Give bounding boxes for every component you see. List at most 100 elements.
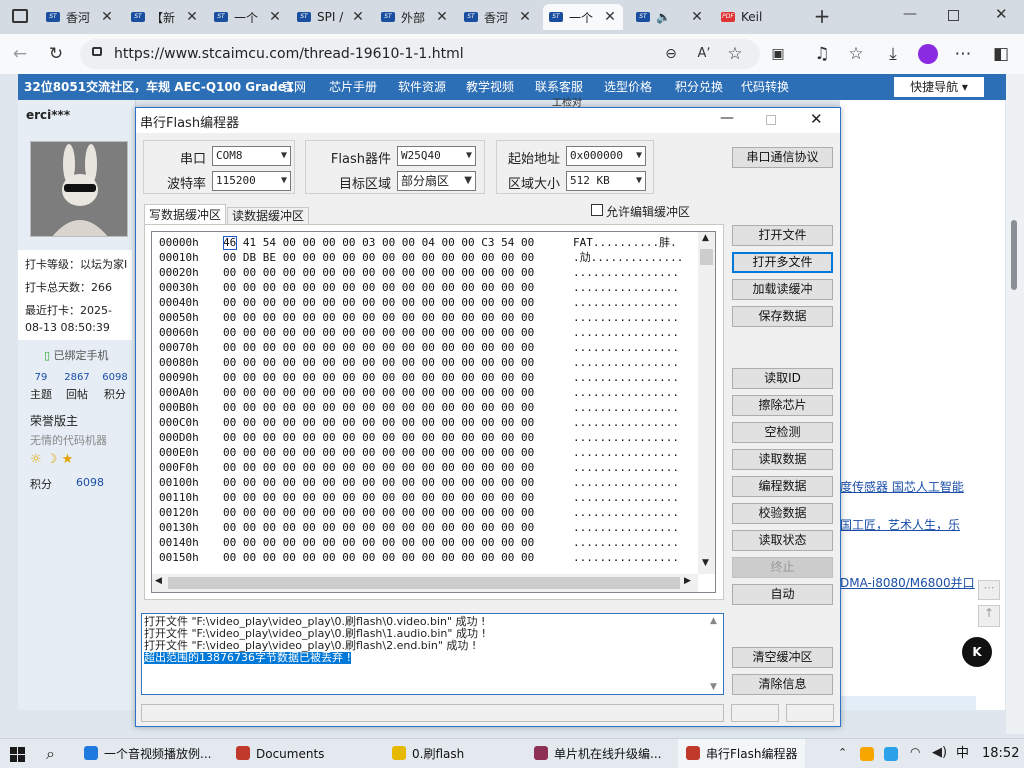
tray-app-icon[interactable] xyxy=(860,747,874,761)
hex-hscrollbar[interactable]: ◀ ▶ xyxy=(152,574,698,592)
browser-tab[interactable]: ST 香河 ✕ xyxy=(40,4,120,30)
site-brand[interactable]: 32位8051交流社区，车规 AEC-Q100 Grade1 xyxy=(24,74,294,100)
chat-float-icon[interactable]: ⋯ xyxy=(978,580,1000,600)
message-log[interactable]: 打开文件 "F:\video_play\video_play\0.刷flash\… xyxy=(141,613,724,695)
stat-value[interactable]: 2867 xyxy=(60,372,94,383)
hex-view[interactable]: 00000h 46 41 54 00 00 00 00 03 00 00 04 0… xyxy=(151,231,716,593)
avatar[interactable] xyxy=(30,141,128,237)
browser-tab[interactable]: ST 香河 ✕ xyxy=(458,4,538,30)
baud-select[interactable]: 115200 ▼ xyxy=(212,171,291,191)
action-button[interactable]: 自动 xyxy=(732,584,833,605)
site-nav-item[interactable]: 教学视频 xyxy=(466,74,514,100)
tab-close-icon[interactable]: ✕ xyxy=(185,9,199,25)
action-button[interactable]: 编程数据 xyxy=(732,476,833,497)
taskbar-app[interactable]: 一个音视频播放例... xyxy=(84,739,211,768)
tab-write-buffer[interactable]: 写数据缓冲区 xyxy=(144,204,226,225)
browser-tab[interactable]: ST SPI / ✕ xyxy=(291,4,371,30)
scroll-down-icon[interactable]: ▼ xyxy=(702,558,709,568)
hex-vscrollbar[interactable]: ▲ ▼ xyxy=(698,232,715,574)
tab-close-icon[interactable]: ✕ xyxy=(100,9,114,25)
restore-browser-icon[interactable] xyxy=(948,10,959,21)
k-float-icon[interactable]: K xyxy=(962,637,992,667)
favorites-icon[interactable]: ☆ xyxy=(845,43,867,65)
taskbar-app[interactable]: 单片机在线升级编... xyxy=(534,739,661,768)
taskbar-app[interactable]: 0.刷flash xyxy=(392,739,464,768)
music-icon[interactable]: ♫ xyxy=(811,43,833,65)
msg-scroll-down-icon[interactable]: ▼ xyxy=(710,682,717,692)
download-icon[interactable]: ⤓ xyxy=(882,43,904,65)
page-link-2[interactable]: 国工匠，艺术人生，乐 xyxy=(840,516,960,533)
browser-tab[interactable]: ST 一个 ✕ xyxy=(208,4,288,30)
page-link-1[interactable]: 度传感器 国芯人工智能 xyxy=(840,478,964,495)
site-nav-item[interactable]: 代码转换 xyxy=(741,74,789,100)
size-select[interactable]: 512 KB ▼ xyxy=(566,171,646,191)
device-select[interactable]: W25Q40 ▼ xyxy=(397,146,476,166)
action-button[interactable]: 终止 xyxy=(732,557,833,578)
page-scroll-thumb[interactable] xyxy=(1011,220,1017,290)
browser-tab[interactable]: ST 一个 ✕ xyxy=(543,4,623,30)
taskbar-app[interactable]: Documents xyxy=(236,739,324,768)
favorite-star-icon[interactable]: ☆ xyxy=(724,43,746,65)
ime-indicator[interactable]: 中 xyxy=(956,739,969,768)
clear-button[interactable]: 清除信息 xyxy=(732,674,833,695)
quick-nav-button[interactable]: 快捷导航 ▾ xyxy=(894,77,984,97)
action-button[interactable]: 读取ID xyxy=(732,368,833,389)
action-button[interactable]: 读取数据 xyxy=(732,449,833,470)
more-icon[interactable]: ⋯ xyxy=(952,43,974,65)
msg-scroll-up-icon[interactable]: ▲ xyxy=(710,616,717,626)
protocol-button[interactable]: 串口通信协议 xyxy=(732,147,833,168)
read-aloud-icon[interactable]: Aʼ xyxy=(693,43,715,65)
points-value[interactable]: 6098 xyxy=(76,476,104,489)
start-select[interactable]: 0x000000 ▼ xyxy=(566,146,646,166)
scroll-left-icon[interactable]: ◀ xyxy=(155,576,162,586)
close-browser-icon[interactable]: ✕ xyxy=(995,5,1008,23)
start-icon[interactable] xyxy=(10,747,25,762)
refresh-icon[interactable]: ↻ xyxy=(45,43,67,65)
hex-scroll-thumb[interactable] xyxy=(700,249,713,265)
taskbar-app[interactable]: 串行Flash编程器 xyxy=(678,739,806,768)
window-minimize-icon[interactable]: — xyxy=(720,110,734,126)
clear-button[interactable]: 清空缓冲区 xyxy=(732,647,833,668)
browser-tab[interactable]: PDF Keil xyxy=(715,4,795,30)
site-nav-item[interactable]: 积分兑换 xyxy=(675,74,723,100)
tab-close-icon[interactable]: ✕ xyxy=(603,9,617,25)
clock[interactable]: 18:52 xyxy=(982,739,1019,768)
back-icon[interactable]: ← xyxy=(9,43,31,65)
top-float-icon[interactable]: ↑ xyxy=(978,605,1000,627)
sidebar-icon[interactable]: ◧ xyxy=(990,43,1012,65)
wifi-icon[interactable]: ◠ xyxy=(910,745,920,759)
volume-icon[interactable]: ◀) xyxy=(932,745,947,760)
browser-tab[interactable]: ST 外部 ✕ xyxy=(375,4,455,30)
copilot-icon[interactable] xyxy=(918,44,938,64)
region-select[interactable]: 部分扇区 ▼ xyxy=(397,171,476,191)
scroll-right-icon[interactable]: ▶ xyxy=(684,576,691,586)
stat-value[interactable]: 6098 xyxy=(98,372,132,383)
port-select[interactable]: COM8 ▼ xyxy=(212,146,291,166)
extension-icon[interactable]: ▣ xyxy=(767,43,789,65)
file-button[interactable]: 打开多文件 xyxy=(732,252,833,273)
stat-value[interactable]: 79 xyxy=(24,372,58,383)
search-icon[interactable]: ⌕ xyxy=(46,744,55,764)
tab-actions-icon[interactable] xyxy=(12,9,28,23)
tray-chevron-icon[interactable]: ⌃ xyxy=(838,746,847,759)
hex-hscroll-thumb[interactable] xyxy=(168,577,680,589)
action-button[interactable]: 读取状态 xyxy=(732,530,833,551)
action-button[interactable]: 空检测 xyxy=(732,422,833,443)
tab-close-icon[interactable]: ✕ xyxy=(351,9,365,25)
action-button[interactable]: 校验数据 xyxy=(732,503,833,524)
action-button[interactable]: 擦除芯片 xyxy=(732,395,833,416)
tab-close-icon[interactable]: ✕ xyxy=(518,9,532,25)
site-nav-item[interactable]: 芯片手册 xyxy=(329,74,377,100)
browser-tab[interactable]: ST 【新 ✕ xyxy=(125,4,205,30)
url-field[interactable]: https://www.stcaimcu.com/thread-19610-1-… xyxy=(80,39,760,69)
tab-close-icon[interactable]: ✕ xyxy=(435,9,449,25)
window-close-icon[interactable]: ✕ xyxy=(810,110,823,128)
minimize-browser-icon[interactable]: — xyxy=(903,6,917,22)
file-button[interactable]: 保存数据 xyxy=(732,306,833,327)
new-tab-button[interactable]: + xyxy=(812,3,832,29)
username[interactable]: erci*** xyxy=(26,108,70,122)
tab-close-icon[interactable]: ✕ xyxy=(268,9,282,25)
allow-edit-checkbox[interactable] xyxy=(591,204,603,216)
scroll-up-icon[interactable]: ▲ xyxy=(702,233,709,243)
site-nav-item[interactable]: 选型价格 xyxy=(604,74,652,100)
